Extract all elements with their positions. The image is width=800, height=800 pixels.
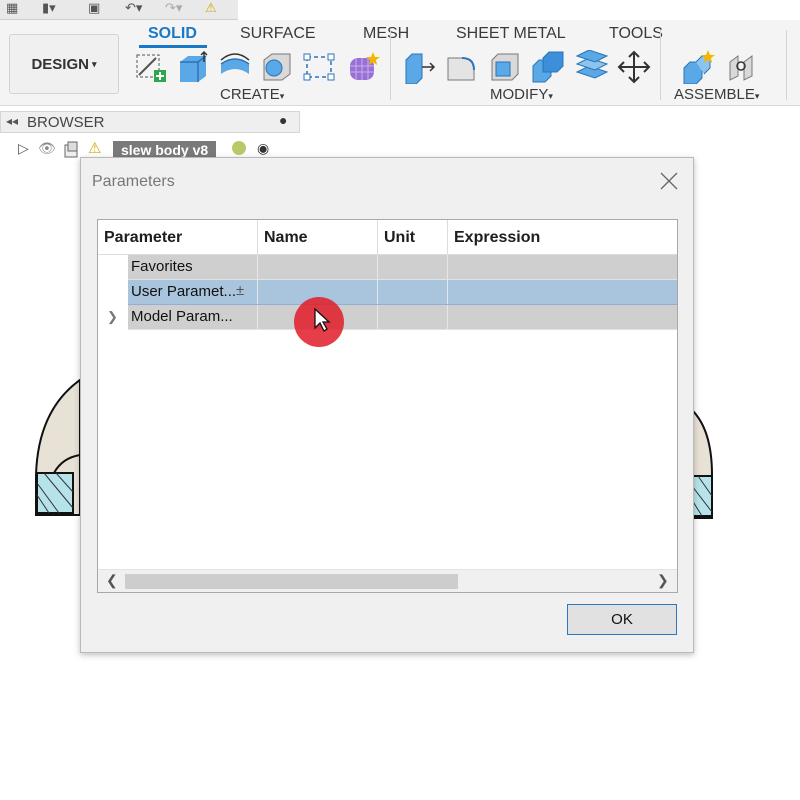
tab-surface[interactable]: SURFACE	[240, 25, 316, 43]
form-icon[interactable]	[346, 50, 380, 84]
chevron-down-icon: ▾	[91, 58, 97, 69]
ribbon-toolbar: DESIGN ▾ SOLID SURFACE MESH SHEET METAL …	[0, 20, 800, 106]
table-row-model-parameters[interactable]: Model Param...	[128, 305, 677, 330]
table-row-favorites[interactable]: Favorites	[128, 255, 677, 280]
scrollbar-thumb[interactable]	[125, 574, 458, 589]
row-label: Favorites	[128, 255, 258, 279]
parameters-table: Parameter Name Unit Expression Favorites…	[97, 219, 678, 593]
modify-menu-label: MODIFY	[490, 86, 549, 103]
tab-tools[interactable]: TOOLS	[609, 25, 663, 43]
file-icon[interactable]: ▮▾	[42, 1, 56, 16]
browser-options-icon[interactable]: ●	[279, 112, 287, 128]
new-component-icon[interactable]	[682, 50, 716, 84]
undo-icon[interactable]: ↶▾	[125, 1, 142, 16]
scroll-right-icon[interactable]: ❯	[657, 572, 669, 589]
workspace-switcher-button[interactable]: DESIGN ▾	[9, 34, 119, 94]
toolbar-separator	[660, 30, 661, 100]
fillet-icon[interactable]	[444, 50, 478, 84]
create-menu-label: CREATE	[220, 86, 280, 103]
row-unit-cell	[378, 305, 448, 329]
chevron-down-icon: ▾	[548, 91, 553, 101]
row-label: Model Param...	[128, 305, 258, 329]
expand-triangle-icon[interactable]: ▷	[18, 140, 29, 157]
workspace-label: DESIGN	[31, 55, 89, 73]
scroll-left-icon[interactable]: ❮	[106, 572, 118, 589]
quick-access-bar: ▦ ▮▾ ▣ ↶▾ ↷▾ ⚠	[0, 0, 238, 20]
activate-component-icon[interactable]	[232, 141, 246, 155]
browser-panel-header: ◂◂ BROWSER ●	[0, 111, 300, 133]
row-name-cell	[258, 255, 378, 279]
tab-sheet-metal[interactable]: SHEET METAL	[456, 25, 566, 43]
column-header-parameter[interactable]: Parameter	[98, 220, 258, 255]
ok-button[interactable]: OK	[567, 604, 677, 635]
grid-icon[interactable]: ▦	[6, 1, 18, 16]
offset-face-icon[interactable]	[575, 50, 609, 84]
modify-menu[interactable]: MODIFY▾	[490, 86, 553, 103]
warning-icon[interactable]: ⚠	[205, 1, 217, 16]
visibility-eye-icon[interactable]: 👁	[38, 140, 56, 157]
parameters-dialog: Parameters Parameter Name Unit Expressio…	[80, 157, 694, 653]
add-parameter-icon[interactable]: ±	[236, 282, 244, 299]
save-icon[interactable]: ▣	[88, 1, 100, 16]
redo-icon[interactable]: ↷▾	[165, 1, 182, 16]
tab-mesh[interactable]: MESH	[363, 25, 409, 43]
toolbar-separator	[786, 30, 787, 100]
expand-chevron-icon[interactable]: ❯	[107, 309, 118, 325]
close-icon[interactable]	[659, 171, 679, 191]
component-icon	[64, 141, 78, 158]
assemble-menu[interactable]: ASSEMBLE▾	[674, 86, 759, 103]
dialog-title: Parameters	[92, 173, 175, 190]
table-row-user-parameters[interactable]: User Paramet... ±	[128, 280, 677, 305]
loft-icon[interactable]	[302, 50, 336, 84]
browser-title: BROWSER	[27, 114, 105, 131]
chevron-down-icon: ▾	[754, 91, 760, 101]
column-header-unit[interactable]: Unit	[378, 220, 448, 255]
tab-solid[interactable]: SOLID	[148, 25, 197, 43]
move-icon[interactable]	[617, 50, 651, 84]
press-pull-icon[interactable]	[402, 50, 436, 84]
column-header-expression[interactable]: Expression	[448, 220, 677, 255]
radio-target-icon[interactable]: ◉	[257, 140, 269, 157]
create-sketch-icon[interactable]	[134, 50, 168, 84]
active-tab-indicator	[139, 45, 207, 48]
row-expression-cell	[448, 255, 677, 279]
warning-icon: ⚠	[88, 140, 102, 157]
combine-icon[interactable]	[531, 50, 565, 84]
assemble-menu-label: ASSEMBLE	[674, 86, 755, 103]
row-expression-cell	[448, 305, 677, 329]
column-header-name[interactable]: Name	[258, 220, 378, 255]
chevron-down-icon: ▾	[279, 91, 285, 101]
mouse-pointer-icon	[314, 307, 331, 332]
horizontal-scrollbar[interactable]: ❮ ❯	[98, 569, 677, 592]
sweep-icon[interactable]	[260, 50, 294, 84]
toolbar-separator	[390, 30, 391, 100]
create-menu[interactable]: CREATE▾	[220, 86, 284, 103]
row-unit-cell	[378, 280, 448, 304]
table-header: Parameter Name Unit Expression	[98, 220, 677, 255]
collapse-browser-icon[interactable]: ◂◂	[6, 114, 18, 128]
row-expression-cell	[448, 280, 677, 304]
model-left-section	[35, 378, 81, 516]
revolve-icon[interactable]	[218, 50, 252, 84]
row-unit-cell	[378, 255, 448, 279]
joint-icon[interactable]	[726, 50, 760, 84]
extrude-icon[interactable]	[176, 50, 210, 84]
shell-icon[interactable]	[488, 50, 522, 84]
